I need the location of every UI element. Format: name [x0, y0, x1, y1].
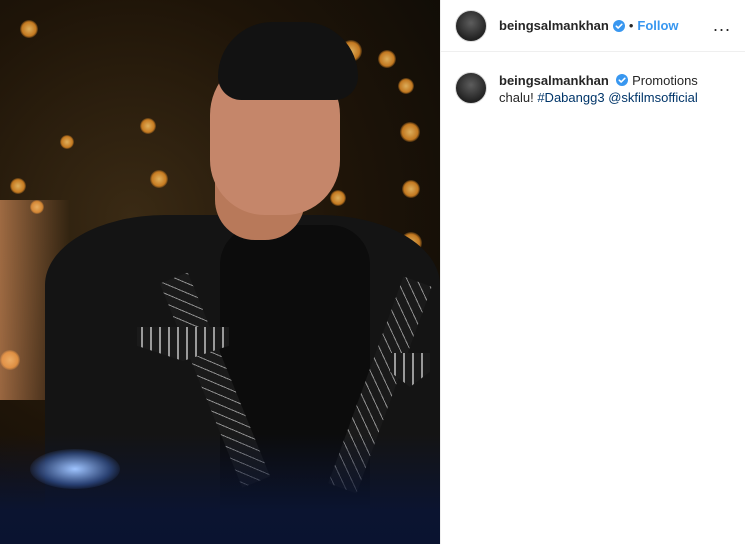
follow-button[interactable]: Follow [637, 18, 678, 33]
caption-avatar[interactable] [455, 72, 487, 104]
stage-light [30, 449, 120, 489]
separator-dot: • [628, 18, 634, 33]
username-link[interactable]: beingsalmankhan [499, 18, 609, 33]
bokeh-light [60, 135, 74, 149]
bokeh-light [150, 170, 168, 188]
bokeh-light [398, 78, 414, 94]
bokeh-light [400, 122, 420, 142]
caption-text: beingsalmankhan Promotions chalu! #Daban… [499, 72, 731, 106]
hashtag-link[interactable]: #Dabangg3 [537, 90, 604, 105]
post-header: beingsalmankhan • Follow ... [441, 0, 745, 52]
verified-badge-icon [612, 19, 625, 32]
mention-link[interactable]: @skfilmsofficial [608, 90, 698, 105]
post-side-panel: beingsalmankhan • Follow ... beingsalman… [440, 0, 745, 544]
bokeh-light [378, 50, 396, 68]
hair [218, 22, 358, 100]
post-photo[interactable] [0, 0, 440, 544]
verified-badge-icon [616, 74, 629, 86]
bokeh-light [10, 178, 26, 194]
more-options-icon[interactable]: ... [713, 15, 731, 36]
post-caption: beingsalmankhan Promotions chalu! #Daban… [441, 52, 745, 106]
caption-username[interactable]: beingsalmankhan [499, 73, 609, 88]
profile-avatar[interactable] [455, 9, 487, 42]
bokeh-light [140, 118, 156, 134]
bokeh-light [20, 20, 38, 38]
